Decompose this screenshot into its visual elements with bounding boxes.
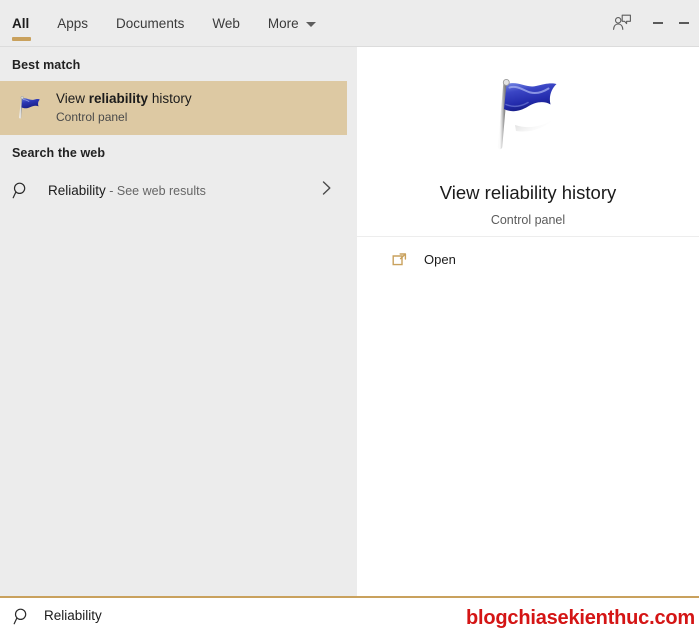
chevron-right-icon xyxy=(322,180,331,195)
tab-apps[interactable]: Apps xyxy=(43,0,102,46)
tab-all[interactable]: All xyxy=(0,0,43,46)
search-bar xyxy=(0,596,699,634)
tab-active-underline xyxy=(12,37,32,41)
tab-all-label: All xyxy=(12,15,30,31)
window-controls xyxy=(645,0,697,46)
blue-flag-icon xyxy=(19,96,40,119)
result-text-wrap: View reliability history Control panel xyxy=(48,91,192,126)
web-result-chevron-wrap xyxy=(320,180,333,201)
web-result-row[interactable]: Reliability - See web results xyxy=(0,169,347,211)
search-icon-wrap xyxy=(0,607,44,626)
minimize-glyph xyxy=(653,22,663,24)
open-action-label: Open xyxy=(424,251,456,267)
open-external-icon xyxy=(392,253,407,266)
results-pane: Best match View reliability history Cont… xyxy=(0,47,347,596)
tab-web-label: Web xyxy=(212,15,240,31)
preview-pane: View reliability history Control panel O… xyxy=(357,47,699,596)
minimize-button[interactable] xyxy=(645,8,671,38)
windows-search-window: All Apps Documents Web More Best match V… xyxy=(0,0,699,634)
best-match-title-prefix: View xyxy=(56,90,89,106)
maximize-glyph xyxy=(679,22,689,24)
best-match-title-match: reliability xyxy=(88,90,149,106)
web-result-suffix: - See web results xyxy=(105,183,206,198)
result-icon-wrap xyxy=(12,93,48,123)
web-result-label: Reliability - See web results xyxy=(42,183,320,198)
tab-documents[interactable]: Documents xyxy=(102,0,198,46)
preview-icon-wrap xyxy=(485,73,571,164)
web-result-icon-wrap xyxy=(12,181,42,200)
search-input[interactable] xyxy=(44,599,699,633)
chevron-down-icon xyxy=(305,21,316,27)
preview-subtitle: Control panel xyxy=(490,213,566,228)
search-the-web-header: Search the web xyxy=(12,146,106,160)
search-icon xyxy=(12,182,26,198)
best-match-header: Best match xyxy=(12,58,81,72)
feedback-button[interactable] xyxy=(606,7,638,39)
search-filter-bar: All Apps Documents Web More xyxy=(0,0,699,47)
open-action-row[interactable]: Open xyxy=(357,237,699,281)
tab-documents-label: Documents xyxy=(116,15,185,31)
best-match-subtitle: Control panel xyxy=(56,110,128,125)
tab-web[interactable]: Web xyxy=(198,0,254,46)
best-match-title-suffix: history xyxy=(148,90,192,106)
search-icon xyxy=(13,608,26,624)
blue-flag-icon xyxy=(497,78,557,150)
best-match-result-row[interactable]: View reliability history Control panel xyxy=(0,81,347,135)
web-result-query: Reliability xyxy=(48,182,106,198)
tab-apps-label: Apps xyxy=(57,15,89,31)
best-match-title: View reliability history xyxy=(56,91,192,108)
person-speech-bubble-icon xyxy=(613,14,631,30)
filter-tabs: All Apps Documents Web More xyxy=(0,0,330,46)
preview-title: View reliability history xyxy=(439,182,617,203)
maximize-button[interactable] xyxy=(671,8,697,38)
preview-header: View reliability history Control panel xyxy=(357,47,699,237)
tab-more[interactable]: More xyxy=(254,0,330,46)
open-action-icon-wrap xyxy=(387,250,413,268)
tab-more-label: More xyxy=(267,15,299,31)
